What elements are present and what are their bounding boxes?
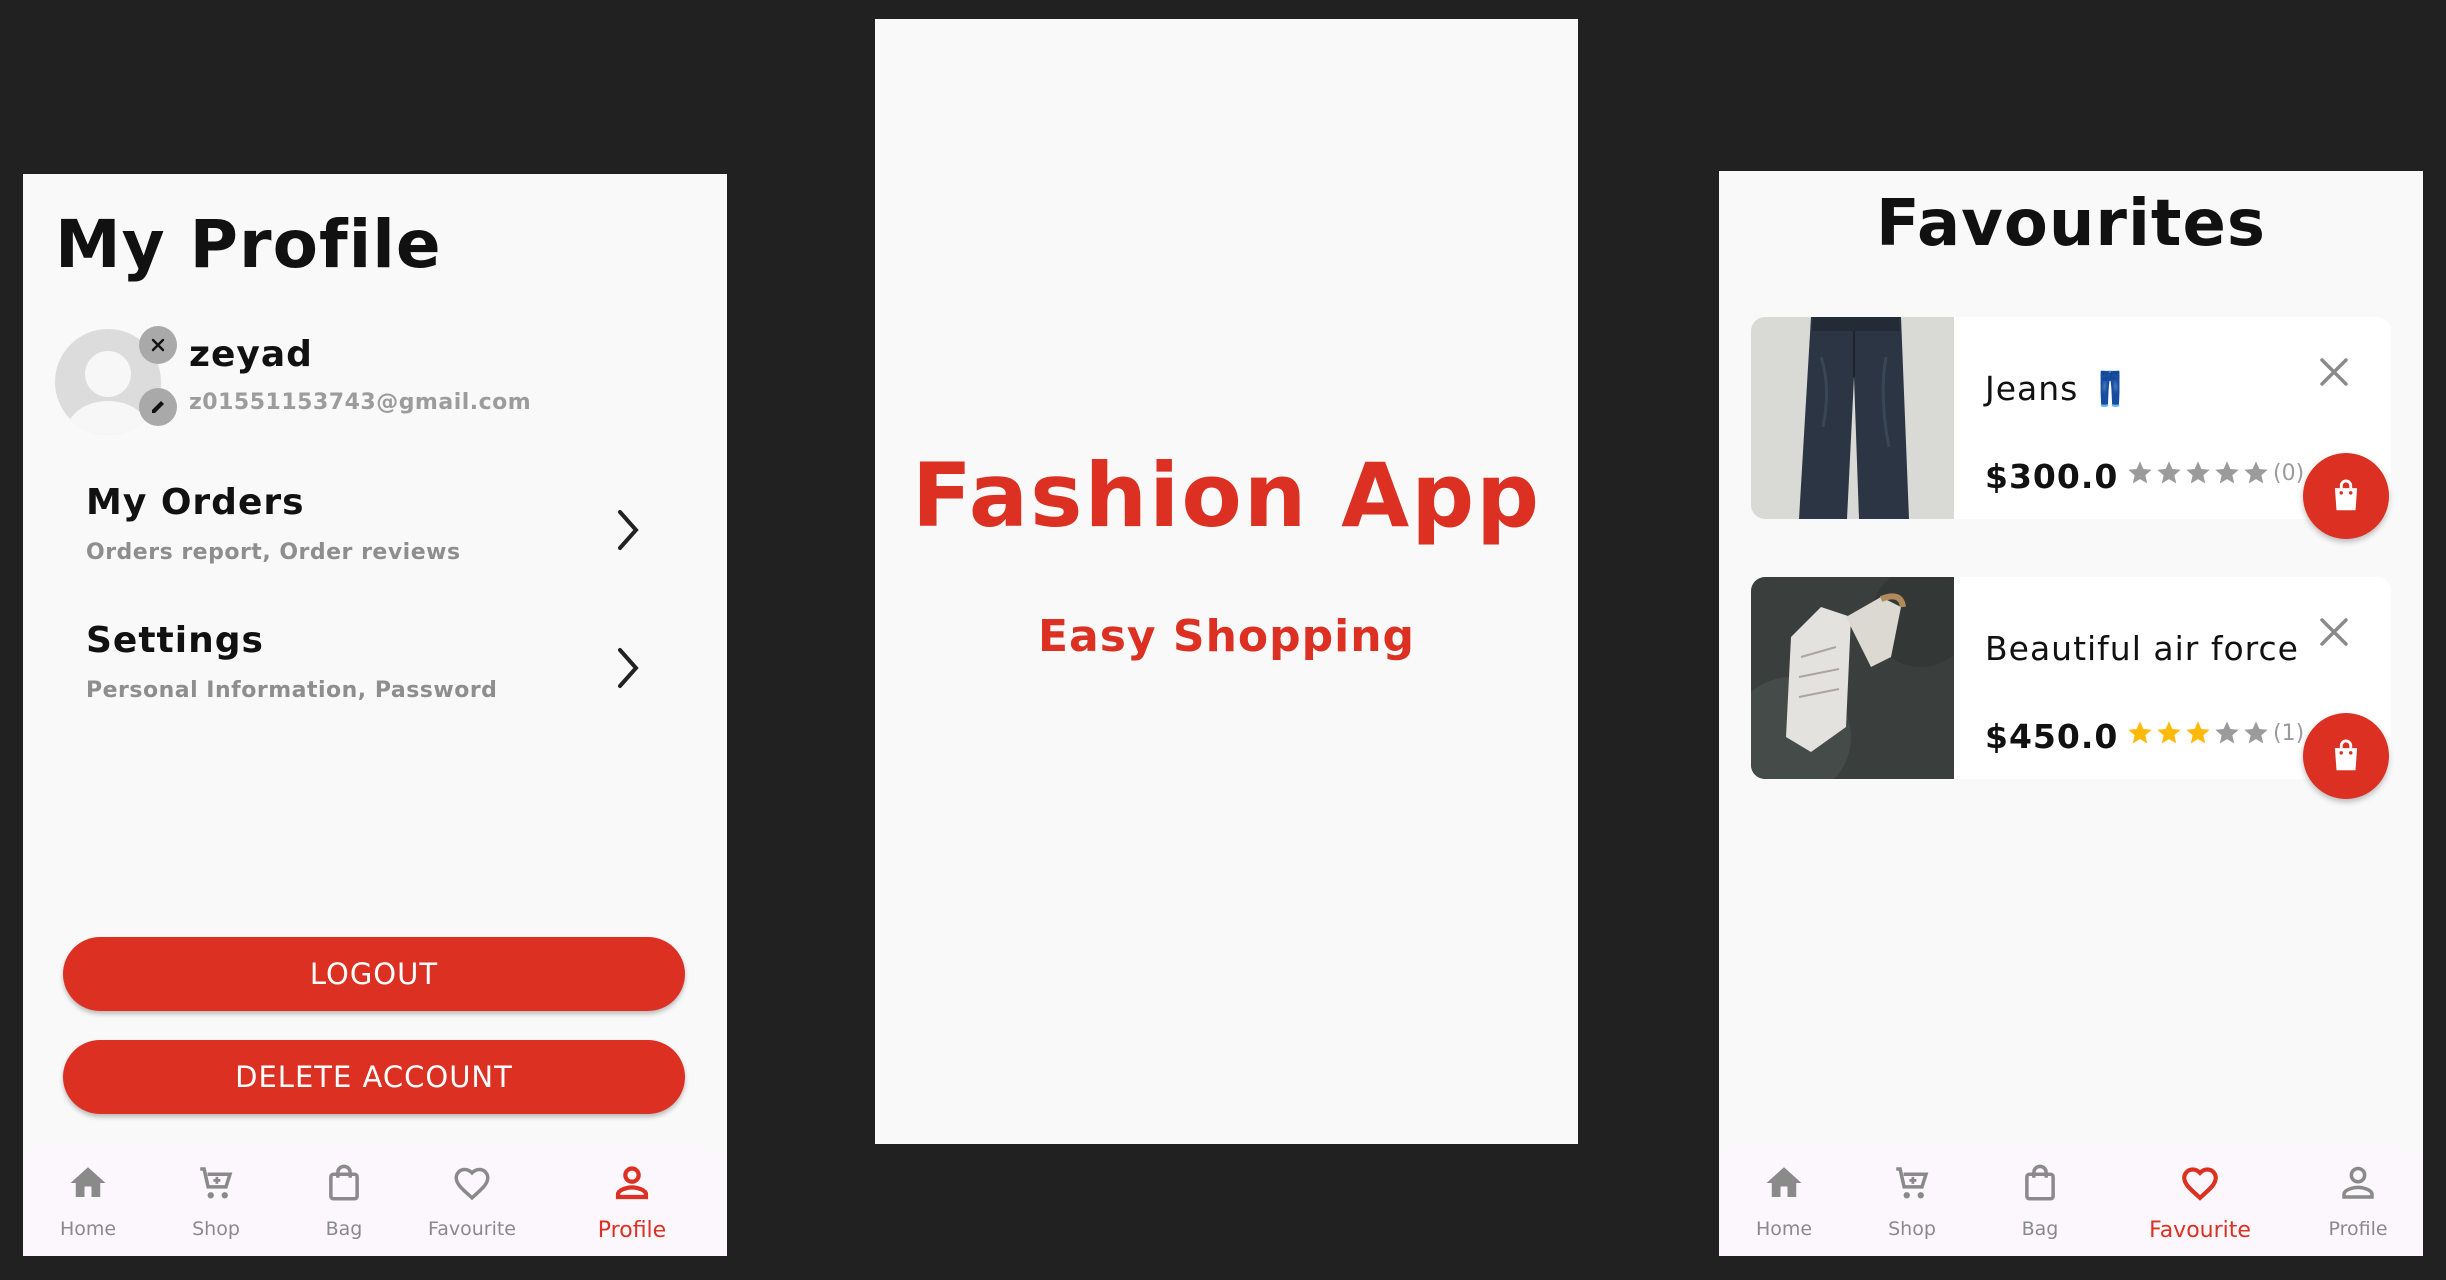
logout-button[interactable]: LOGOUT <box>63 937 685 1011</box>
bag-icon <box>329 1164 359 1201</box>
app-title: Fashion App <box>911 444 1542 547</box>
shopping-bag-icon <box>2334 739 2358 771</box>
star-icon <box>2157 721 2181 744</box>
profile-screen: My Profile zeyad z01551153743@gmail.com … <box>23 174 727 1256</box>
star-icon <box>2128 461 2152 484</box>
rating-count: (1) <box>2273 720 2305 746</box>
product-name: Jeans 👖 <box>1985 369 2132 408</box>
bag-icon <box>2025 1164 2055 1201</box>
home-icon <box>1766 1167 1802 1197</box>
product-price: $300.0 <box>1985 457 2119 496</box>
chevron-right-icon <box>618 648 639 688</box>
nav-item-shop[interactable]: Shop <box>1847 1162 1977 1246</box>
product-name: Beautiful air force <box>1985 629 2299 668</box>
user-email: z01551153743@gmail.com <box>189 390 532 415</box>
nav-label: Bag <box>2021 1218 2059 1240</box>
nav-label: Home <box>1755 1218 1813 1240</box>
menu-item-my-orders[interactable]: My Orders Orders report, Order reviews <box>23 482 727 592</box>
shopping-bag-icon <box>2334 479 2358 511</box>
product-image <box>1751 317 1954 519</box>
nav-item-home[interactable]: Home <box>1719 1162 1849 1246</box>
edit-photo-button[interactable] <box>139 388 177 426</box>
home-icon <box>70 1167 106 1197</box>
bottom-nav: Home Shop Bag Favourite Profile <box>1719 1148 2423 1256</box>
nav-item-bag[interactable]: Bag <box>1975 1162 2105 1246</box>
person-icon <box>615 1166 649 1200</box>
add-to-bag-button[interactable] <box>2303 713 2389 799</box>
favourite-item[interactable]: Jeans 👖 $300.0 (0) <box>1751 317 2391 539</box>
nav-label: Favourite <box>428 1218 516 1240</box>
nav-item-profile[interactable]: Profile <box>567 1162 697 1246</box>
app-subtitle: Easy Shopping <box>1037 611 1416 662</box>
heart-icon <box>454 1167 490 1201</box>
star-icon <box>2186 461 2210 484</box>
rating-stars: (1) <box>2126 719 2304 747</box>
pencil-icon <box>152 401 164 413</box>
nav-label: Home <box>59 1218 117 1240</box>
page-title: Favourites <box>1876 187 2266 261</box>
user-name: zeyad <box>189 334 313 375</box>
star-icon <box>2186 721 2210 744</box>
star-icon <box>2244 461 2268 484</box>
delete-account-button[interactable]: DELETE ACCOUNT <box>63 1040 685 1114</box>
heart-icon <box>2182 1167 2218 1201</box>
bottom-nav: Home Shop Bag Favourite Profile <box>23 1148 727 1256</box>
rating-count: (0) <box>2273 460 2305 486</box>
add-to-bag-button[interactable] <box>2303 453 2389 539</box>
nav-item-home[interactable]: Home <box>23 1162 153 1246</box>
nav-label: Bag <box>325 1218 363 1240</box>
star-icon <box>2128 721 2152 744</box>
nav-item-bag[interactable]: Bag <box>279 1162 409 1246</box>
nav-label: Profile <box>597 1218 667 1243</box>
chevron-right-icon <box>618 510 639 550</box>
nav-label: Shop <box>192 1218 240 1240</box>
cart-icon <box>200 1167 233 1199</box>
remove-favourite-icon[interactable] <box>2317 615 2351 649</box>
menu-item-title: My Orders <box>86 482 305 523</box>
nav-item-shop[interactable]: Shop <box>151 1162 281 1246</box>
favourites-screen: Favourites Jeans 👖 $300.0 (0) Beautiful … <box>1719 171 2423 1256</box>
star-icon <box>2244 721 2268 744</box>
remove-favourite-icon[interactable] <box>2317 355 2351 389</box>
remove-photo-button[interactable] <box>139 326 177 364</box>
product-image <box>1751 577 1954 779</box>
menu-item-settings[interactable]: Settings Personal Information, Password <box>23 620 727 730</box>
menu-item-title: Settings <box>86 620 264 661</box>
rating-stars: (0) <box>2126 459 2304 487</box>
close-icon <box>151 338 165 352</box>
nav-item-favourite[interactable]: Favourite <box>2135 1162 2265 1246</box>
star-icon <box>2215 721 2239 744</box>
nav-item-profile[interactable]: Profile <box>2293 1162 2423 1246</box>
star-icon <box>2215 461 2239 484</box>
cart-icon <box>1896 1167 1929 1199</box>
nav-label: Shop <box>1888 1218 1936 1240</box>
star-icon <box>2157 461 2181 484</box>
person-icon <box>2342 1166 2374 1199</box>
nav-label: Favourite <box>2149 1218 2251 1243</box>
menu-item-subtitle: Personal Information, Password <box>86 678 498 703</box>
nav-label: Profile <box>2328 1218 2388 1240</box>
splash-screen: Fashion App Easy Shopping <box>875 19 1578 1144</box>
menu-item-subtitle: Orders report, Order reviews <box>86 540 461 565</box>
nav-item-favourite[interactable]: Favourite <box>407 1162 537 1246</box>
favourite-item[interactable]: Beautiful air force $450.0 (1) <box>1751 577 2391 799</box>
page-title: My Profile <box>55 206 442 283</box>
product-price: $450.0 <box>1985 717 2119 756</box>
